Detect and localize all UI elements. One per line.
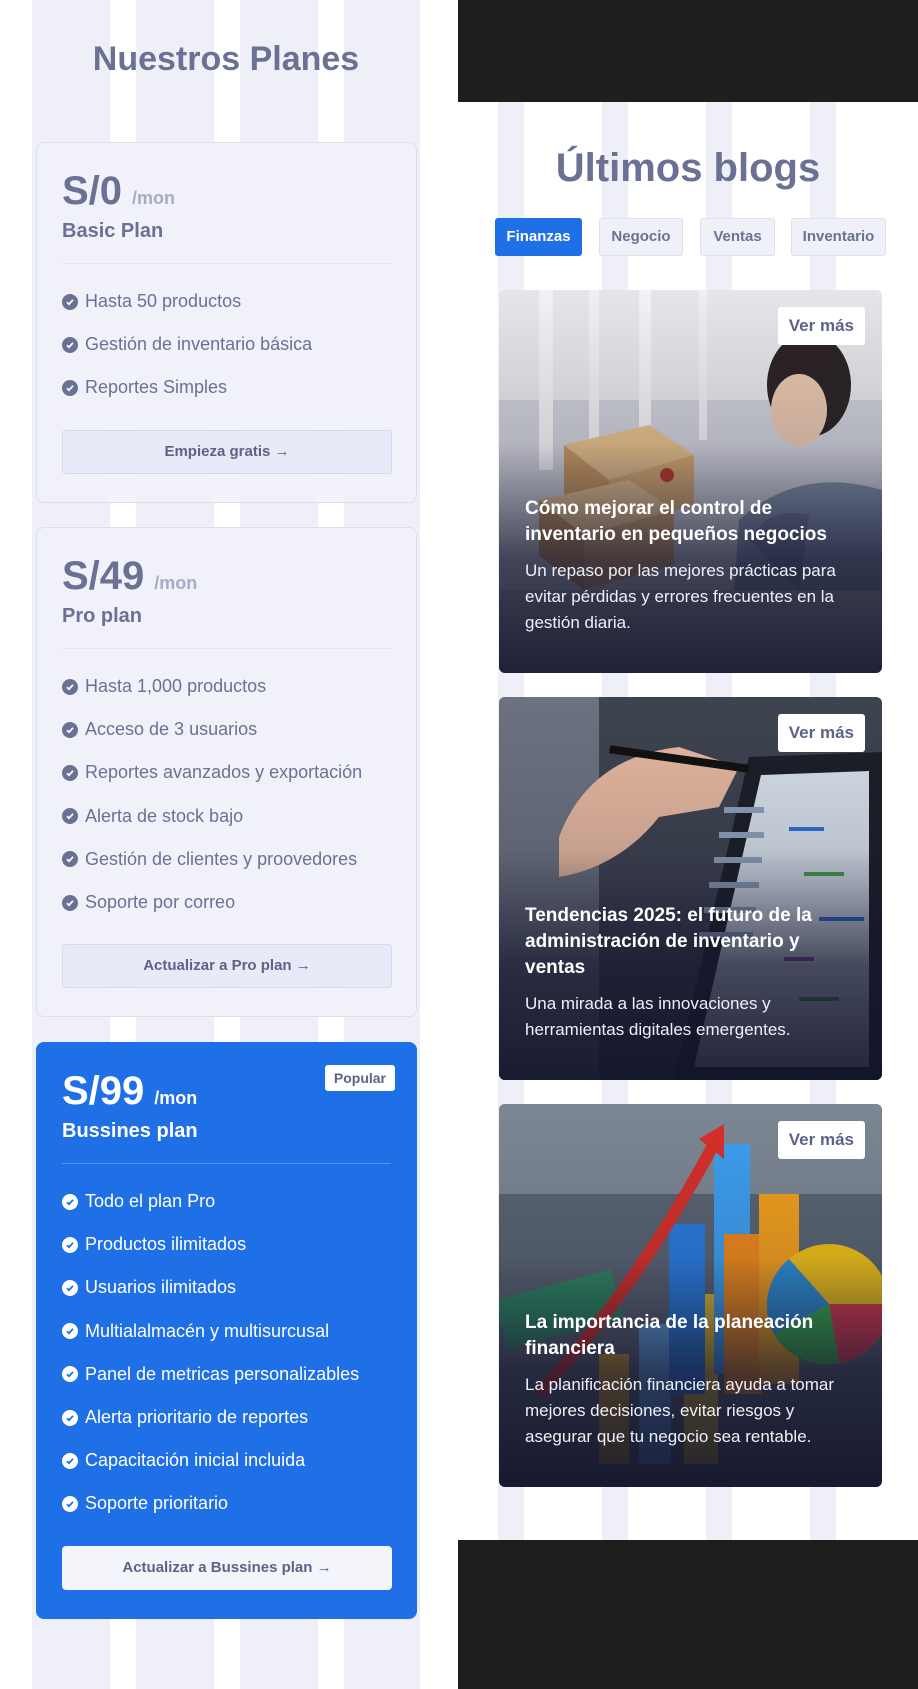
plan-price: S/49: [62, 554, 145, 598]
plan-price: S/99: [62, 1069, 145, 1113]
check-icon: [62, 1452, 78, 1469]
check-icon: [62, 1495, 78, 1512]
upgrade-business-button[interactable]: Actualizar a Bussines plan →: [62, 1545, 392, 1590]
plan-period: /mon: [154, 573, 198, 593]
bottom-dark-band: [458, 1540, 918, 1689]
check-icon: [62, 1366, 78, 1383]
blog-text: La importancia de la planeación financie…: [525, 1310, 860, 1450]
blog-title: La importancia de la planeación financie…: [525, 1312, 814, 1359]
plan-period: /mon: [132, 188, 176, 208]
plan-name: Pro plan: [62, 605, 143, 627]
feature-label: Soporte por correo: [85, 892, 236, 913]
blog-text: Cómo mejorar el control de inventario en…: [525, 496, 860, 636]
plan-card-pro: S/49 /mon Pro plan Hasta 1,000 productos…: [36, 527, 417, 1017]
price-row: S/0 /mon: [62, 169, 391, 214]
plan-price: S/0: [62, 169, 123, 213]
popular-badge: Popular: [324, 1065, 395, 1091]
feature-label: Alerta prioritario de reportes: [85, 1407, 309, 1428]
plan-period: /mon: [154, 1088, 198, 1108]
plan-card-business: Popular S/99 /mon Bussines plan Todo el …: [36, 1042, 417, 1619]
feature-item: Soporte por correo: [62, 881, 391, 924]
upgrade-pro-button[interactable]: Actualizar a Pro plan →: [62, 944, 392, 989]
divider: [62, 1163, 391, 1164]
feature-label: Soporte prioritario: [85, 1493, 229, 1514]
check-icon: [62, 1323, 78, 1340]
feature-list: Todo el plan Pro Productos ilimitados Us…: [62, 1180, 391, 1526]
check-icon: [62, 1193, 78, 1210]
check-icon: [62, 293, 78, 310]
blog-description: Un repaso por las mejores prácticas para…: [525, 561, 836, 632]
feature-label: Gestión de inventario básica: [85, 334, 313, 355]
blog-text: Tendencias 2025: el futuro de la adminis…: [525, 903, 860, 1043]
feature-item: Multialalmacén y multisurcusal: [62, 1310, 391, 1353]
feature-item: Capacitación inicial incluida: [62, 1439, 391, 1482]
feature-item: Productos ilimitados: [62, 1223, 391, 1266]
feature-item: Soporte prioritario: [62, 1482, 391, 1525]
feature-item: Panel de metricas personalizables: [62, 1353, 391, 1396]
feature-item: Alerta prioritario de reportes: [62, 1396, 391, 1439]
see-more-button[interactable]: Ver más: [777, 1121, 865, 1159]
feature-item: Gestión de inventario básica: [62, 323, 391, 366]
tab-inventario[interactable]: Inventario: [791, 218, 886, 256]
see-more-button[interactable]: Ver más: [777, 714, 865, 752]
check-icon: [62, 721, 78, 738]
feature-item: Reportes avanzados y exportación: [62, 751, 391, 794]
check-icon: [62, 894, 78, 911]
check-icon: [62, 678, 78, 695]
check-icon: [62, 851, 78, 868]
feature-item: Acceso de 3 usuarios: [62, 708, 391, 751]
blog-title: Cómo mejorar el control de inventario en…: [525, 498, 827, 545]
feature-list: Hasta 1,000 productos Acceso de 3 usuari…: [62, 665, 391, 924]
feature-item: Hasta 50 productos: [62, 280, 391, 323]
feature-item: Alerta de stock bajo: [62, 795, 391, 838]
top-dark-band: [458, 0, 918, 102]
plans-title: Nuestros Planes: [92, 40, 360, 78]
plan-name: Bussines plan: [62, 1120, 198, 1142]
feature-label: Capacitación inicial incluida: [85, 1450, 306, 1471]
divider: [62, 648, 391, 649]
feature-item: Gestión de clientes y proovedores: [62, 838, 391, 881]
check-icon: [62, 764, 78, 781]
tab-negocio[interactable]: Negocio: [599, 218, 683, 256]
feature-label: Reportes avanzados y exportación: [85, 762, 363, 783]
feature-item: Hasta 1,000 productos: [62, 665, 391, 708]
start-free-button[interactable]: Empieza gratis →: [62, 429, 392, 474]
see-more-button[interactable]: Ver más: [777, 307, 865, 345]
page: Nuestros Planes S/0 /mon Basic Plan Hast…: [0, 0, 918, 1689]
feature-label: Usuarios ilimitados: [85, 1277, 237, 1298]
divider: [62, 263, 391, 264]
check-icon: [62, 1279, 78, 1296]
blog-card[interactable]: Ver más Cómo mejorar el control de inven…: [499, 290, 882, 673]
feature-item: Todo el plan Pro: [62, 1180, 391, 1223]
blog-card[interactable]: Ver más Tendencias 2025: el futuro de la…: [499, 697, 882, 1080]
blogs-title: Últimos blogs: [555, 146, 821, 190]
check-icon: [62, 336, 78, 353]
blog-description: La planificación financiera ayuda a toma…: [525, 1375, 835, 1446]
feature-label: Productos ilimitados: [85, 1234, 247, 1255]
blog-card[interactable]: Ver más La importancia de la planeación …: [499, 1104, 882, 1487]
check-icon: [62, 1236, 78, 1253]
feature-item: Reportes Simples: [62, 366, 391, 409]
feature-label: Panel de metricas personalizables: [85, 1363, 360, 1384]
plan-card-basic: S/0 /mon Basic Plan Hasta 50 productos G…: [36, 142, 417, 503]
tab-ventas[interactable]: Ventas: [700, 218, 775, 256]
tab-finanzas[interactable]: Finanzas: [495, 218, 582, 256]
feature-label: Hasta 50 productos: [85, 291, 242, 312]
feature-label: Multialalmacén y multisurcusal: [85, 1320, 330, 1341]
check-icon: [62, 1409, 78, 1426]
feature-label: Todo el plan Pro: [85, 1191, 216, 1212]
feature-label: Alerta de stock bajo: [85, 805, 244, 826]
check-icon: [62, 379, 78, 396]
feature-label: Gestión de clientes y proovedores: [85, 848, 358, 869]
blog-title: Tendencias 2025: el futuro de la adminis…: [525, 905, 812, 978]
check-icon: [62, 808, 78, 825]
plan-name: Basic Plan: [62, 220, 164, 242]
feature-item: Usuarios ilimitados: [62, 1266, 391, 1309]
feature-label: Reportes Simples: [85, 377, 228, 398]
feature-list: Hasta 50 productos Gestión de inventario…: [62, 280, 391, 410]
price-row: S/49 /mon: [62, 554, 391, 599]
feature-label: Acceso de 3 usuarios: [85, 719, 258, 740]
feature-label: Hasta 1,000 productos: [85, 676, 267, 697]
blog-description: Una mirada a las innovaciones y herramie…: [525, 994, 791, 1039]
